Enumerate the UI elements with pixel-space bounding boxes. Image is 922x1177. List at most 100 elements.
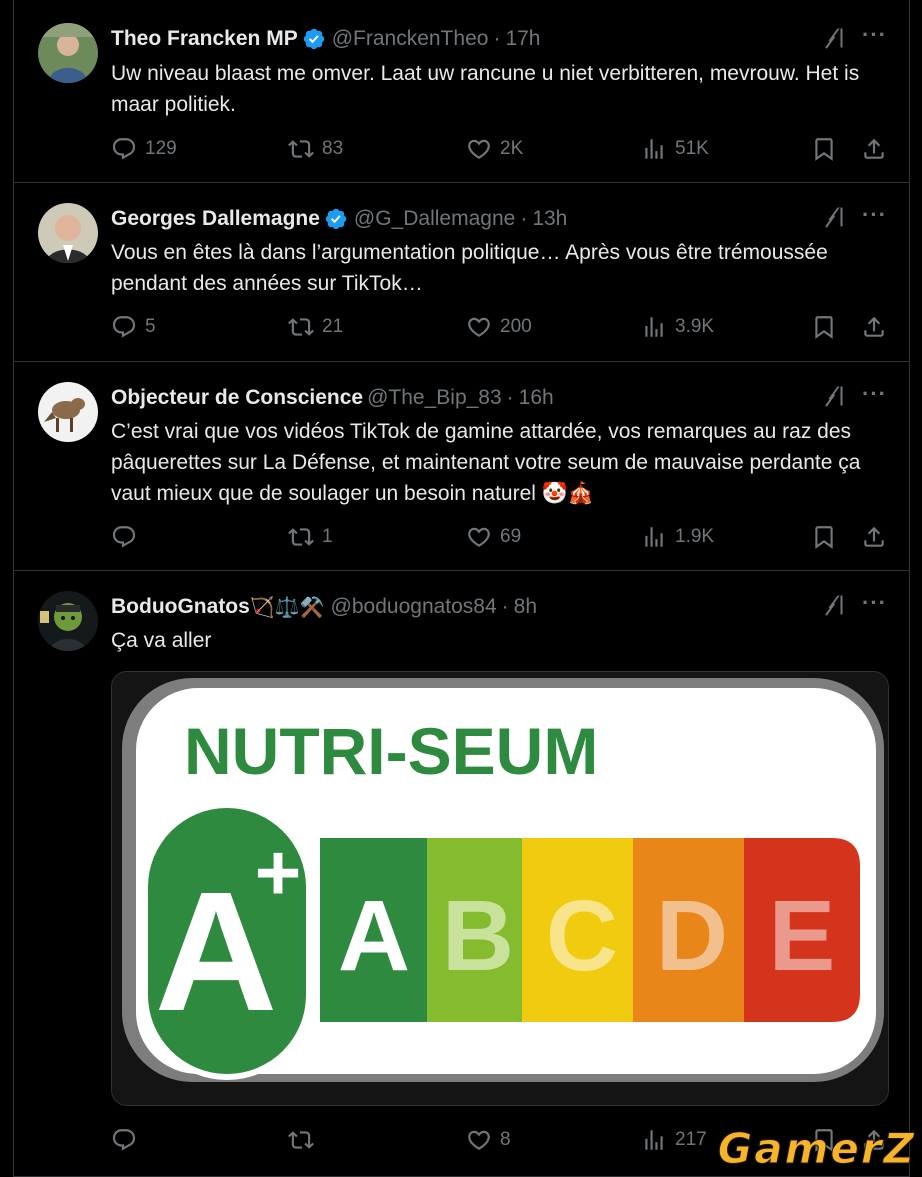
big-grade-plus: + (255, 828, 302, 917)
like-count: 200 (500, 316, 532, 337)
views-button[interactable]: 51K (641, 134, 709, 164)
view-count: 1.9K (675, 526, 715, 547)
like-button[interactable]: 69 (466, 522, 521, 552)
views-button[interactable]: 3.9K (641, 312, 714, 342)
handle[interactable]: @The_Bip_83 (367, 386, 502, 410)
retweet-count: 21 (322, 316, 344, 337)
more-options-icon[interactable]: ··· (862, 202, 887, 228)
retweet-button[interactable] (288, 1125, 322, 1155)
share-icon (861, 524, 887, 550)
view-count: 3.9K (675, 316, 715, 337)
timeline: Theo Francken MP @FranckenTheo · 17h ···… (13, 0, 910, 1177)
views-icon (641, 136, 667, 162)
grade-label: E (769, 880, 836, 992)
timestamp[interactable]: 13h (532, 207, 567, 231)
share-button[interactable] (861, 312, 887, 342)
timestamp[interactable]: 17h (505, 27, 540, 51)
verified-badge-icon (302, 27, 326, 51)
grok-icon[interactable] (823, 593, 847, 617)
grade-label: C (546, 880, 618, 992)
views-button[interactable]: 1.9K (641, 522, 714, 552)
share-icon (861, 136, 887, 162)
handle[interactable]: @boduognatos84 (331, 595, 497, 619)
grade-label: B (442, 880, 514, 992)
bookmark-button[interactable] (811, 522, 837, 552)
grok-icon[interactable] (823, 384, 847, 408)
retweet-icon (288, 1127, 314, 1153)
display-name[interactable]: BoduoGnatos (111, 595, 250, 619)
avatar[interactable] (38, 203, 98, 263)
bookmark-button[interactable] (811, 134, 837, 164)
handle[interactable]: @FranckenTheo (332, 27, 489, 51)
view-count: 51K (675, 138, 709, 159)
separator-dot: · (493, 27, 501, 50)
more-options-icon[interactable]: ··· (862, 381, 887, 407)
reply-button[interactable] (111, 522, 145, 552)
name-emojis: 🏹⚖️⚒️ (249, 596, 325, 619)
tweet-text: Uw niveau blaast me omver. Laat uw rancu… (111, 62, 860, 116)
display-name[interactable]: Theo Francken MP (111, 27, 298, 51)
tweet[interactable]: Objecteur de Conscience @The_Bip_83 · 16… (14, 362, 909, 571)
tweet[interactable]: Georges Dallemagne @G_Dallemagne · 13h ·… (14, 183, 909, 362)
grok-icon[interactable] (823, 26, 847, 50)
media-image[interactable]: NUTRI-SEUM A B C D E A + (111, 671, 889, 1106)
nutri-seum-image: NUTRI-SEUM A B C D E A + (112, 672, 888, 1105)
tweet-header: Objecteur de Conscience @The_Bip_83 · 16… (111, 383, 889, 413)
grok-icon[interactable] (823, 205, 847, 229)
like-count: 2K (500, 138, 524, 159)
like-icon (466, 136, 492, 162)
retweet-button[interactable]: 1 (288, 522, 333, 552)
view-count: 217 (675, 1129, 707, 1150)
like-count: 8 (500, 1129, 511, 1150)
like-button[interactable]: 2K (466, 134, 523, 164)
retweet-count: 1 (322, 526, 333, 547)
timestamp[interactable]: 8h (514, 595, 537, 619)
timestamp[interactable]: 16h (519, 386, 554, 410)
reply-count: 129 (145, 138, 177, 159)
share-icon (861, 314, 887, 340)
avatar[interactable] (38, 23, 98, 83)
reply-count: 5 (145, 316, 156, 337)
handle[interactable]: @G_Dallemagne (354, 207, 515, 231)
retweet-icon (288, 524, 314, 550)
more-options-icon[interactable]: ··· (862, 22, 887, 48)
tweet[interactable]: BoduoGnatos 🏹⚖️⚒️ @boduognatos84 · 8h ··… (14, 571, 909, 1177)
views-button[interactable]: 217 (641, 1125, 707, 1155)
avatar[interactable] (38, 382, 98, 442)
more-options-icon[interactable]: ··· (862, 590, 887, 616)
like-icon (466, 524, 492, 550)
retweet-icon (288, 314, 314, 340)
display-name[interactable]: Georges Dallemagne (111, 207, 320, 231)
tweet-text: Ça va aller (111, 629, 212, 652)
watermark: GamerZ (717, 1124, 916, 1174)
retweet-button[interactable]: 21 (288, 312, 343, 342)
like-icon (466, 1127, 492, 1153)
retweet-icon (288, 136, 314, 162)
reply-button[interactable]: 5 (111, 312, 156, 342)
nutri-title: NUTRI-SEUM (184, 714, 598, 788)
reply-button[interactable]: 129 (111, 134, 177, 164)
retweet-button[interactable]: 83 (288, 134, 343, 164)
reply-icon (111, 1127, 137, 1153)
separator-dot: · (520, 207, 528, 230)
bookmark-icon (811, 136, 837, 162)
separator-dot: · (501, 595, 509, 618)
views-icon (641, 314, 667, 340)
separator-dot: · (506, 386, 514, 409)
avatar[interactable] (38, 591, 98, 651)
bookmark-icon (811, 314, 837, 340)
share-button[interactable] (861, 522, 887, 552)
reply-button[interactable] (111, 1125, 145, 1155)
display-name[interactable]: Objecteur de Conscience (111, 386, 363, 410)
tweet[interactable]: Theo Francken MP @FranckenTheo · 17h ···… (14, 0, 909, 183)
retweet-count: 83 (322, 138, 344, 159)
share-button[interactable] (861, 134, 887, 164)
reply-icon (111, 136, 137, 162)
like-button[interactable]: 8 (466, 1125, 511, 1155)
bookmark-button[interactable] (811, 312, 837, 342)
verified-badge-icon (324, 207, 348, 231)
action-bar: 129 83 2K 51K (111, 134, 887, 164)
tweet-header: BoduoGnatos 🏹⚖️⚒️ @boduognatos84 · 8h (111, 592, 889, 622)
action-bar: 1 69 1.9K (111, 522, 887, 552)
like-button[interactable]: 200 (466, 312, 532, 342)
